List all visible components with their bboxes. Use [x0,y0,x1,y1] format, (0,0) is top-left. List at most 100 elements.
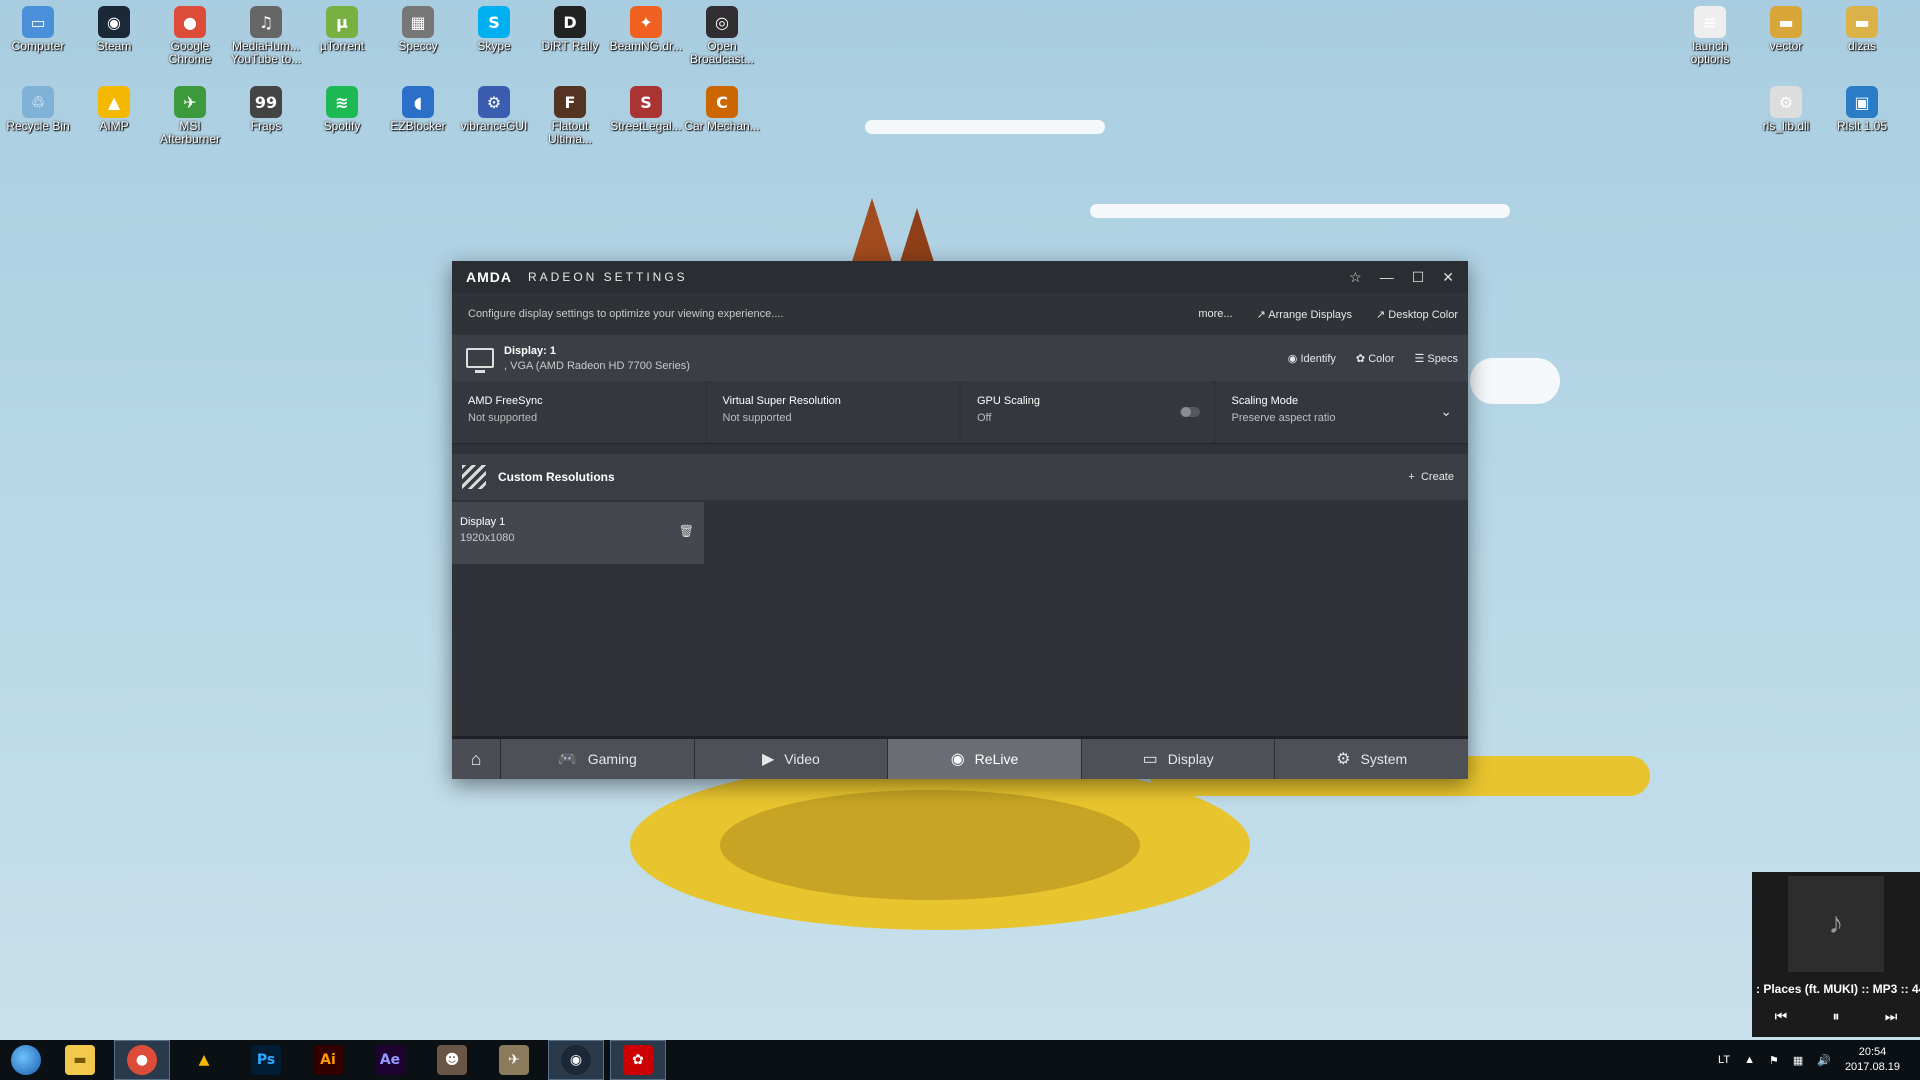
desktop-icon-label: Open Broadcast... [689,39,755,66]
color-button[interactable]: ✿ Color [1356,352,1395,365]
wallpaper-nimbus-shade [720,790,1140,900]
desktop-icon-launch-options[interactable]: ≡ launch options [1672,2,1748,66]
desktop-icon-recycle-bin[interactable]: ♲ Recycle Bin [0,82,76,133]
desktop-icon-msi-afterburner[interactable]: ✈ MSI Afterburner [152,82,228,146]
favorite-icon[interactable]: ☆ [1349,269,1362,286]
tab-gaming[interactable]: 🎮 Gaming [500,739,694,779]
more-link[interactable]: more... [1198,308,1232,321]
next-track-button[interactable]: ⏭ [1885,1008,1898,1025]
desktop-icon-spotify[interactable]: ≋ Spotify [304,82,380,133]
taskbar-game-1[interactable]: ☻ [424,1040,480,1080]
desktop-icon-label: StreetLegal... [610,119,682,133]
taskbar-steam[interactable]: ◉ [548,1040,604,1080]
desktop-icon-skype[interactable]: S Skype [456,2,532,53]
monitor-icon [466,348,494,373]
desktop-icon-beamng[interactable]: ✦ BeamNG.dr... [608,2,684,53]
track-title: : Places (ft. MUKI) :: MP3 :: 44 [1756,982,1920,996]
desktop-icon-utorrent[interactable]: µ µTorrent [304,2,380,53]
car-mechanic-icon: C [706,86,738,118]
identify-button[interactable]: ◉ Identify [1288,352,1336,365]
flatout-icon: F [554,86,586,118]
taskbar-chrome[interactable]: ● [114,1040,170,1080]
taskbar-photoshop[interactable]: Ps [238,1040,294,1080]
display-selector[interactable]: Display: 1 , VGA (AMD Radeon HD 7700 Ser… [452,335,1468,381]
desktop-icon-rls-lib-dll[interactable]: ⚙ rls_lib.dll [1748,82,1824,133]
desktop-icon-aimp[interactable]: ▲ AIMP [76,82,152,133]
freesync-value: Not supported [468,412,538,424]
desktop-icon-car-mechanic[interactable]: C Car Mechan... [684,82,760,133]
desktop-color-link[interactable]: ↗ Desktop Color [1376,308,1458,321]
desktop-icon-rlsit[interactable]: ▣ Rlslt 1.05 [1824,82,1900,133]
volume-icon[interactable]: 🔊 [1817,1054,1831,1067]
close-button[interactable]: ✕ [1442,269,1454,286]
taskbar-illustrator[interactable]: Ai [300,1040,356,1080]
custom-resolutions-header: Custom Resolutions + Create [452,454,1468,500]
desktop-icon-flatout[interactable]: F Flatout Ultima... [532,82,608,146]
desktop-icon-steam[interactable]: ◉ Steam [76,2,152,53]
desktop-icon-fraps[interactable]: 99 Fraps [228,82,304,133]
monitor-icon: ▭ [1142,751,1158,768]
minimize-button[interactable]: — [1380,269,1394,286]
scaling-mode-tile[interactable]: Scaling Mode Preserve aspect ratio ⌄ [1215,381,1468,443]
network-icon[interactable]: ▦ [1793,1054,1803,1067]
tray-expand-icon[interactable]: ▲ [1744,1054,1755,1066]
desktop-icon-streetlegal[interactable]: S StreetLegal... [608,82,684,133]
specs-button[interactable]: ☰ Specs [1415,352,1459,365]
desktop-icon-google-chrome[interactable]: ● Google Chrome [152,2,228,66]
custom-resolution-card[interactable]: Display 1 1920x1080 🗑 [452,502,704,564]
desktop-icon-obs[interactable]: ◎ Open Broadcast... [684,2,760,66]
home-button[interactable]: ⌂ [452,739,500,779]
window-title: RADEON SETTINGS [528,270,688,284]
arrange-displays-link[interactable]: ↗ Arrange Displays [1257,308,1352,321]
gpu-scaling-toggle[interactable] [1179,407,1200,417]
taskbar-game-2[interactable]: ✈ [486,1040,542,1080]
desktop-icon-dirt-rally[interactable]: D DiRT Rally [532,2,608,53]
clock-date: 2017.08.19 [1844,1061,1900,1073]
desktop-icon-dizas[interactable]: ▬ dizas [1824,2,1900,53]
taskbar-radeon[interactable]: ✿ [610,1040,666,1080]
desktop-icon-label: Rlslt 1.05 [1836,119,1888,133]
desktop-icon-label: Flatout Ultima... [547,119,592,146]
google-chrome-icon: ● [174,6,206,38]
color-wheel-icon: ✿ [1355,352,1369,365]
gpu-scaling-tile[interactable]: GPU Scaling Off [961,381,1214,443]
flag-icon[interactable]: ⚑ [1769,1054,1779,1067]
desktop-icon-mediahuman[interactable]: ♫ MediaHum... YouTube to... [228,2,304,66]
trash-icon[interactable]: 🗑 [679,524,694,538]
desktop-icon-computer[interactable]: ▭ Computer [0,2,76,53]
maximize-button[interactable]: ☐ [1412,269,1425,286]
desktop-icon-vibrancegui[interactable]: ⚙ vibranceGUI [456,82,532,133]
taskbar-explorer[interactable]: ▬ [52,1040,108,1080]
chevron-down-icon[interactable]: ⌄ [1440,403,1452,420]
tab-video-label: Video [784,751,820,767]
tab-display[interactable]: ▭ Display [1080,739,1275,779]
desktop-icon-vector[interactable]: ▬ vector [1748,2,1824,53]
create-button[interactable]: + Create [1408,471,1454,483]
desktop-icon-speccy[interactable]: ▦ Speccy [380,2,456,53]
taskbar-aimp[interactable]: ▲ [176,1040,232,1080]
tab-relive[interactable]: ◉ ReLive [887,739,1081,779]
specs-label: Specs [1427,352,1458,365]
language-indicator[interactable]: LT [1718,1054,1730,1066]
pause-button[interactable]: ⏸ [1832,1008,1839,1025]
media-mini-player: ♪ : Places (ft. MUKI) :: MP3 :: 44 ⏮ ⏸ ⏭ [1752,872,1920,1037]
start-button[interactable] [6,1040,46,1080]
vsr-tile[interactable]: Virtual Super Resolution Not supported [706,381,959,443]
tab-display-label: Display [1167,751,1214,767]
speccy-icon: ▦ [402,6,434,38]
gpu-scaling-value: Off [977,412,992,424]
tab-video[interactable]: ▶ Video [693,739,888,779]
wallpaper-hair [850,198,894,268]
launch-options-icon: ≡ [1694,6,1726,38]
window-titlebar[interactable]: AMDA RADEON SETTINGS ☆ — ☐ ✕ [452,261,1468,293]
bottom-navigation: ⌂ 🎮 Gaming ▶ Video ◉ ReLive ▭ Display ⚙ Syste… [452,736,1468,779]
mediahuman-icon: ♫ [250,6,282,38]
clock[interactable]: 20:54 2017.08.19 [1845,1045,1900,1075]
taskbar-after-effects[interactable]: Ae [362,1040,418,1080]
tab-system[interactable]: ⚙ System [1274,739,1468,779]
desktop-icon-ezblocker[interactable]: ◖ EZBlocker [380,82,456,133]
previous-track-button[interactable]: ⏮ [1775,1008,1788,1025]
obs-icon: ◎ [706,6,738,38]
windows-logo-icon [11,1045,41,1075]
freesync-tile[interactable]: AMD FreeSync Not supported [452,381,705,443]
